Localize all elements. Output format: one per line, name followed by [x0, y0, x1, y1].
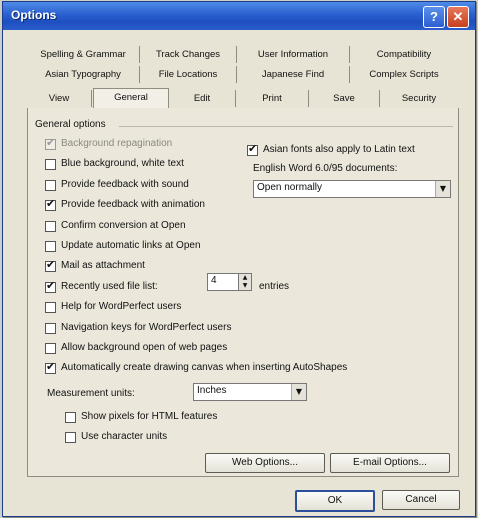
option-checkbox-10[interactable]: [45, 343, 56, 354]
option-label-7[interactable]: Recently used file list:: [61, 281, 158, 292]
tab-compatibility[interactable]: Compatibility: [350, 46, 458, 63]
tab-user-information[interactable]: User Information: [237, 46, 350, 63]
cancel-button[interactable]: Cancel: [382, 490, 460, 510]
option-label-11[interactable]: Automatically create drawing canvas when…: [61, 362, 347, 373]
email-options-button[interactable]: E-mail Options...: [330, 453, 450, 473]
tab-general[interactable]: General: [93, 88, 169, 109]
measurement-units-label: Measurement units:: [47, 388, 135, 399]
option-label-4[interactable]: Confirm conversion at Open: [61, 220, 186, 231]
option-label-1[interactable]: Blue background, white text: [61, 158, 184, 169]
recent-files-spinner[interactable]: ▲ ▼: [238, 273, 252, 291]
tab-save[interactable]: Save: [309, 90, 380, 107]
option-label-2[interactable]: Provide feedback with sound: [61, 179, 189, 190]
option-label-6[interactable]: Mail as attachment: [61, 260, 145, 271]
ok-button[interactable]: OK: [295, 490, 375, 512]
spin-up-icon[interactable]: ▲: [239, 274, 251, 282]
option-checkbox-11[interactable]: ✔: [45, 361, 56, 374]
measurement-units-dropdown[interactable]: Inches ▼: [193, 383, 307, 401]
option-checkbox-4[interactable]: [45, 221, 56, 232]
option-checkbox-2[interactable]: [45, 180, 56, 191]
option-label-8[interactable]: Help for WordPerfect users: [61, 301, 181, 312]
options-dialog: Options ? ✕ Spelling & Grammar Track Cha…: [2, 1, 476, 517]
tab-complex-scripts[interactable]: Complex Scripts: [350, 66, 458, 83]
web-options-button[interactable]: Web Options...: [205, 453, 325, 473]
recent-files-count-input[interactable]: 4: [207, 273, 239, 291]
recent-files-suffix: entries: [259, 281, 290, 292]
close-button[interactable]: ✕: [447, 6, 469, 28]
option-checkbox-5[interactable]: [45, 241, 56, 252]
option-label-10[interactable]: Allow background open of web pages: [61, 342, 227, 353]
tab-spelling-grammar[interactable]: Spelling & Grammar: [27, 46, 140, 63]
tab-view[interactable]: View: [27, 90, 92, 107]
option-checkbox-0: ✔: [45, 136, 56, 150]
asian-fonts-checkbox[interactable]: ✔: [247, 143, 258, 156]
window-title: Options: [11, 8, 57, 22]
asian-fonts-label[interactable]: Asian fonts also apply to Latin text: [263, 144, 415, 155]
option-checkbox-6[interactable]: ✔: [45, 259, 56, 272]
show-pixels-checkbox[interactable]: [65, 412, 76, 423]
word6-dropdown[interactable]: Open normally ▼: [253, 180, 451, 198]
group-separator: [119, 126, 453, 127]
option-checkbox-1[interactable]: [45, 159, 56, 170]
word6-label: English Word 6.0/95 documents:: [253, 163, 398, 174]
option-checkbox-8[interactable]: [45, 302, 56, 313]
option-label-0: Background repagination: [61, 138, 173, 149]
option-checkbox-3[interactable]: ✔: [45, 198, 56, 211]
option-checkbox-7[interactable]: ✔: [45, 280, 56, 293]
group-title: General options: [35, 119, 106, 130]
tab-security[interactable]: Security: [380, 90, 458, 107]
spin-down-icon[interactable]: ▼: [239, 282, 251, 290]
option-label-9[interactable]: Navigation keys for WordPerfect users: [61, 322, 231, 333]
chevron-down-icon[interactable]: ▼: [435, 181, 450, 197]
show-pixels-label[interactable]: Show pixels for HTML features: [81, 411, 217, 422]
title-bar[interactable]: Options ? ✕: [3, 2, 475, 30]
character-units-label[interactable]: Use character units: [81, 431, 167, 442]
tab-track-changes[interactable]: Track Changes: [140, 46, 237, 63]
help-button[interactable]: ?: [423, 6, 445, 28]
option-checkbox-9[interactable]: [45, 323, 56, 334]
character-units-checkbox[interactable]: [65, 432, 76, 443]
chevron-down-icon[interactable]: ▼: [291, 384, 306, 400]
tab-japanese-find[interactable]: Japanese Find: [237, 66, 350, 83]
option-label-5[interactable]: Update automatic links at Open: [61, 240, 201, 251]
tab-edit[interactable]: Edit: [169, 90, 236, 107]
tab-asian-typography[interactable]: Asian Typography: [27, 66, 140, 83]
tab-file-locations[interactable]: File Locations: [140, 66, 237, 83]
option-label-3[interactable]: Provide feedback with animation: [61, 199, 205, 210]
tab-print[interactable]: Print: [236, 90, 309, 107]
